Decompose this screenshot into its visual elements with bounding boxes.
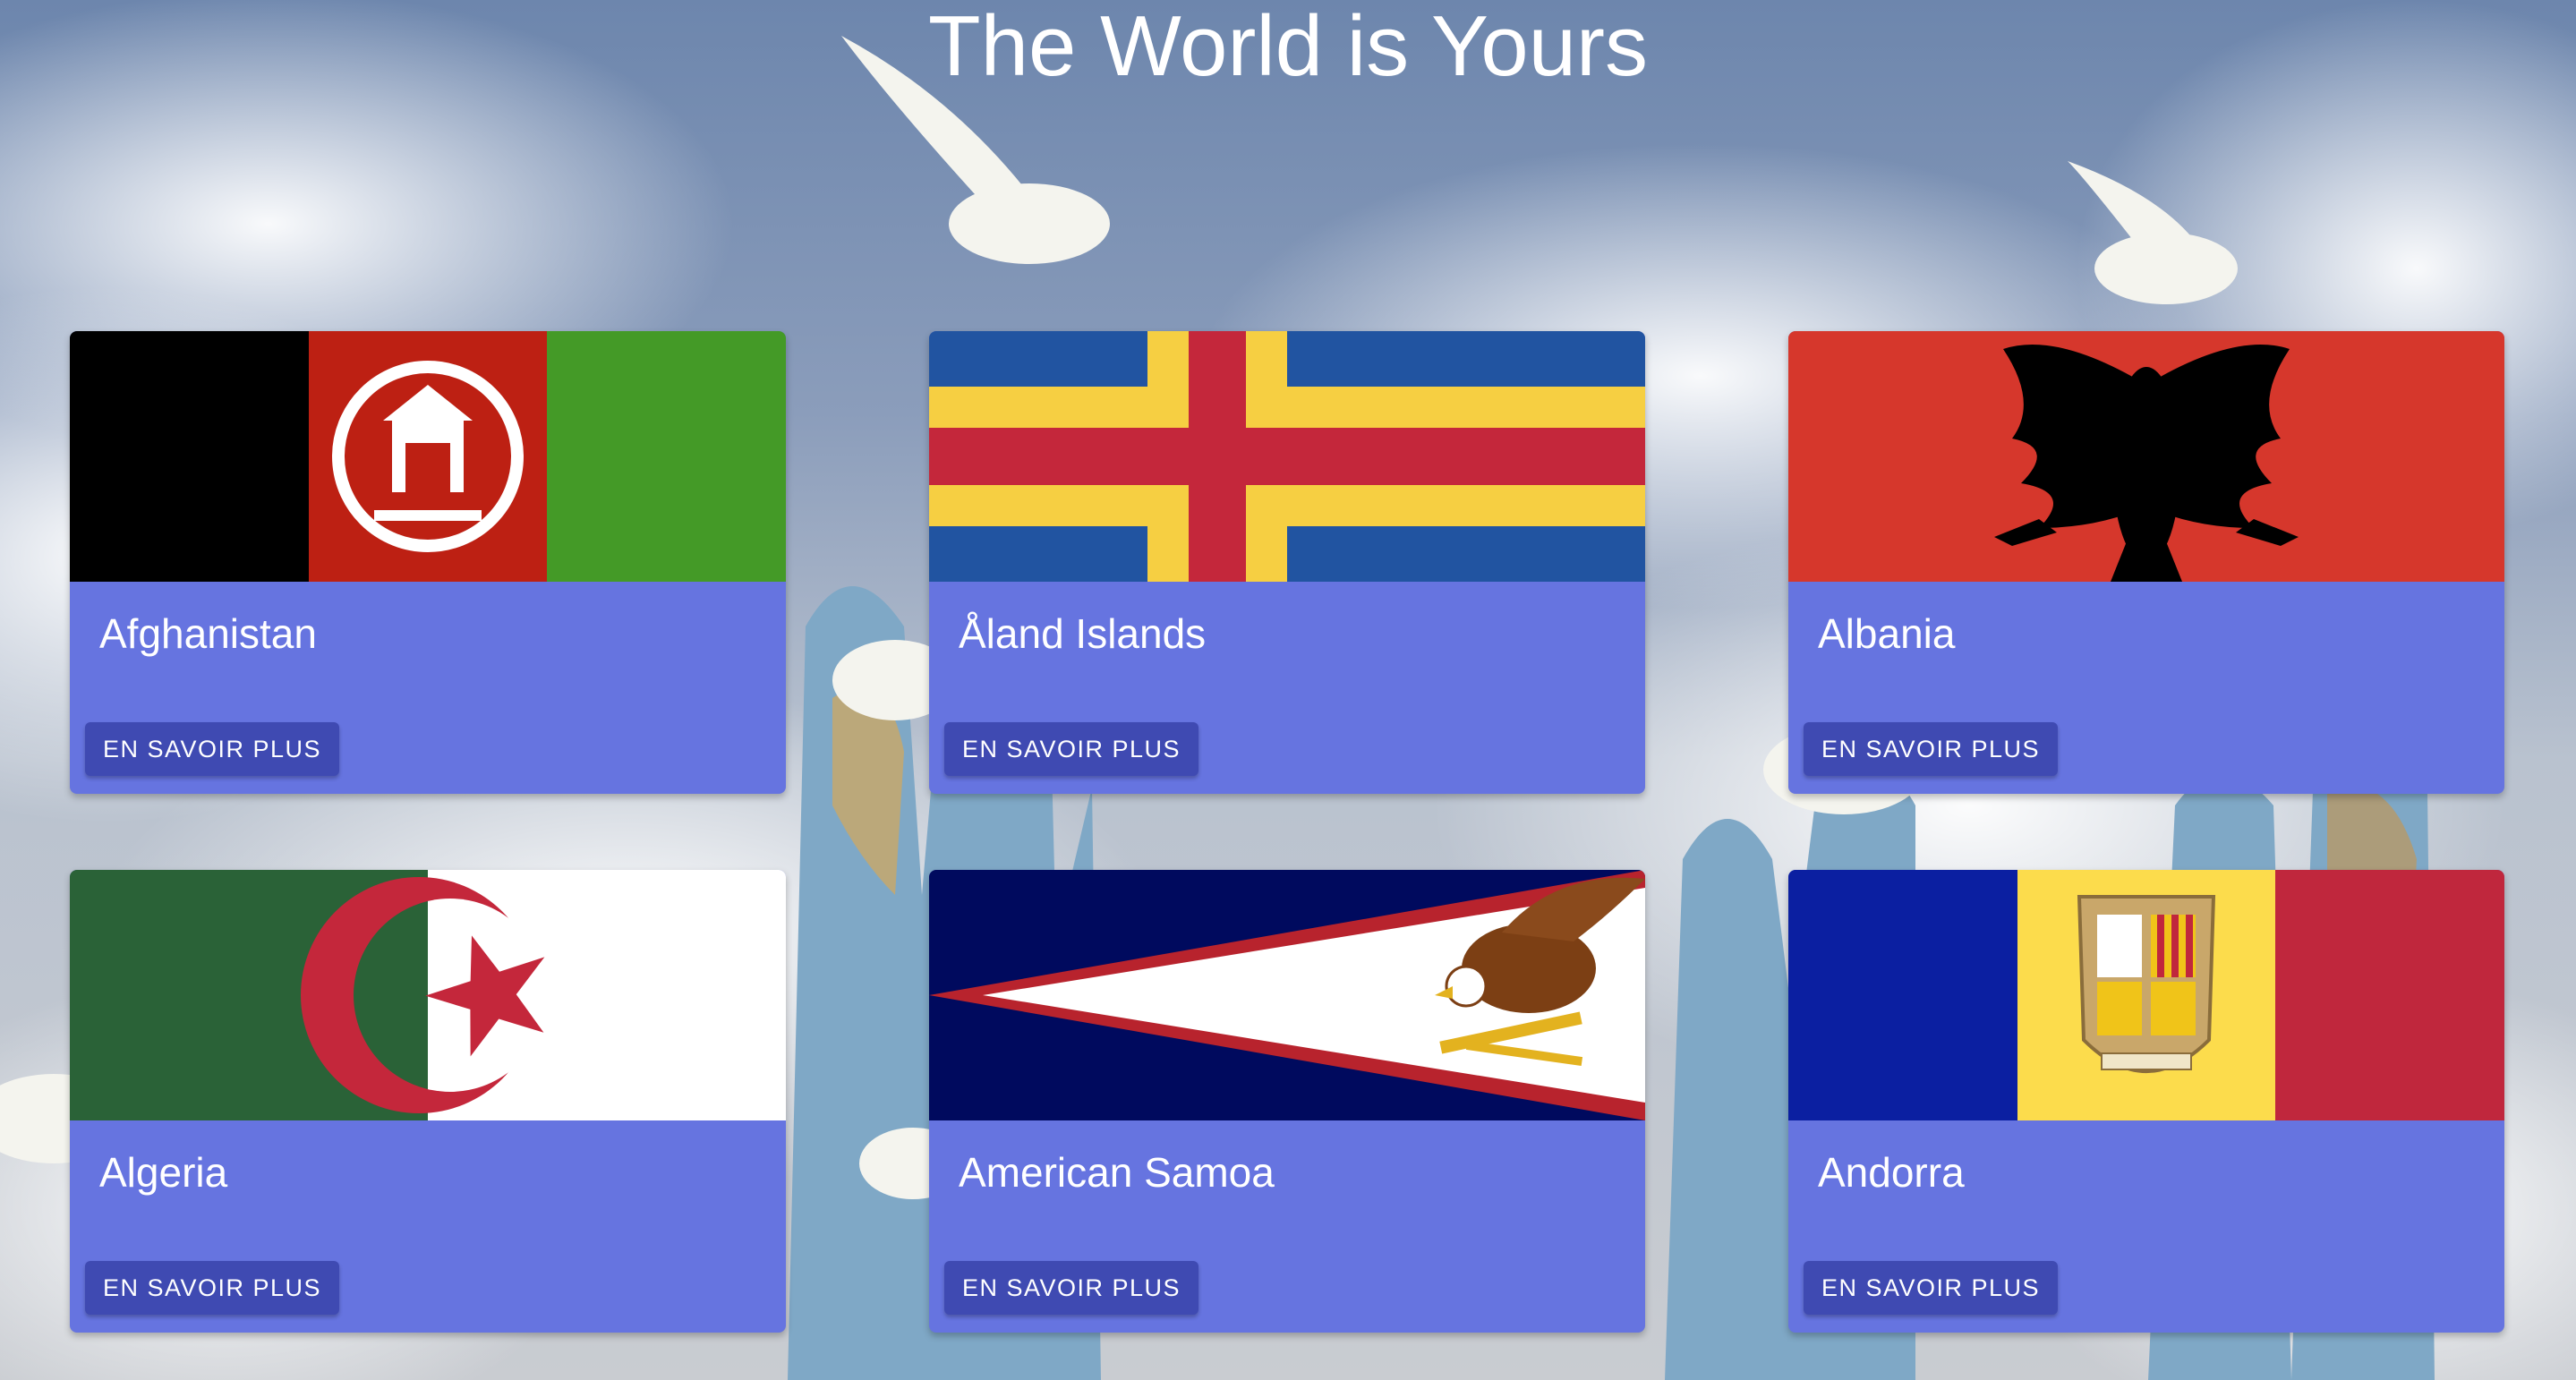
learn-more-button[interactable]: EN SAVOIR PLUS — [944, 1261, 1199, 1315]
country-name: Afghanistan — [99, 610, 317, 657]
learn-more-button[interactable]: EN SAVOIR PLUS — [85, 1261, 340, 1315]
country-card-aland-islands: Åland Islands EN SAVOIR PLUS — [929, 331, 1645, 794]
page: The World is Yours Afghanistan EN SAVOIR… — [0, 0, 2576, 1380]
afghanistan-flag-icon — [70, 331, 786, 582]
albania-flag-icon — [1788, 331, 2504, 582]
andorra-flag-icon — [1788, 870, 2504, 1120]
country-name: Albania — [1818, 610, 1956, 657]
american-samoa-flag-icon — [929, 870, 1645, 1120]
algeria-flag-icon — [70, 870, 786, 1120]
country-name: Andorra — [1818, 1149, 1965, 1196]
country-card-afghanistan: Afghanistan EN SAVOIR PLUS — [70, 331, 786, 794]
country-card-american-samoa: American Samoa EN SAVOIR PLUS — [929, 870, 1645, 1333]
learn-more-button[interactable]: EN SAVOIR PLUS — [1804, 1261, 2059, 1315]
country-name: Åland Islands — [959, 610, 1207, 657]
learn-more-button[interactable]: EN SAVOIR PLUS — [85, 722, 340, 776]
country-card-algeria: Algeria EN SAVOIR PLUS — [70, 870, 786, 1333]
country-name: American Samoa — [959, 1149, 1275, 1196]
learn-more-button[interactable]: EN SAVOIR PLUS — [944, 722, 1199, 776]
page-title: The World is Yours — [928, 0, 1648, 94]
country-name: Algeria — [99, 1149, 228, 1196]
learn-more-button[interactable]: EN SAVOIR PLUS — [1804, 722, 2059, 776]
aland-islands-flag-icon — [929, 331, 1645, 582]
country-card-albania: Albania EN SAVOIR PLUS — [1788, 331, 2504, 794]
country-card-andorra: Andorra EN SAVOIR PLUS — [1788, 870, 2504, 1333]
